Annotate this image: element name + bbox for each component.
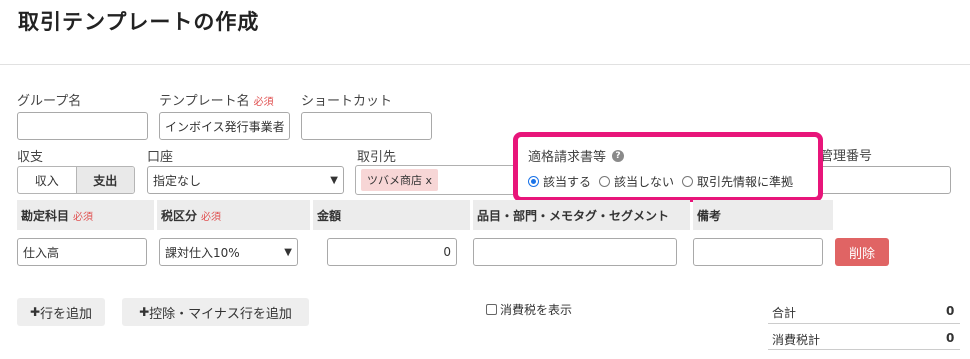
template-name-input[interactable]: インボイス発行事業者 xyxy=(159,112,290,140)
plus-icon: ✚ xyxy=(29,305,41,319)
row-note-input[interactable] xyxy=(693,238,823,266)
row-tax-value: 課対仕入10% xyxy=(165,245,240,260)
add-row-button[interactable]: ✚ 行を追加 xyxy=(17,298,105,326)
group-input[interactable] xyxy=(17,112,148,140)
template-name-label-text: テンプレート名 xyxy=(159,94,250,109)
row-item-input[interactable] xyxy=(473,238,677,266)
header-tax: 税区分 必須 xyxy=(157,200,310,230)
row-account-input[interactable]: 仕入高 xyxy=(17,238,147,266)
income-option[interactable]: 収入 xyxy=(18,167,76,193)
required-badge: 必須 xyxy=(73,211,94,223)
invoice-label-text: 適格請求書等 xyxy=(528,150,607,165)
header-item: 品目・部門・メモタグ・セグメント xyxy=(473,200,690,230)
tax-total-label: 消費税計 xyxy=(772,333,821,347)
header-amount: 金額 xyxy=(313,200,470,230)
divider xyxy=(0,64,970,65)
partner-input[interactable]: ツバメ商店 x xyxy=(355,165,525,195)
chevron-down-icon: ▼ xyxy=(330,174,338,186)
radio-icon xyxy=(599,176,611,187)
invoice-label: 適格請求書等? xyxy=(528,146,625,165)
required-badge: 必須 xyxy=(253,97,274,108)
tag-remove-icon[interactable]: x xyxy=(426,174,433,187)
total-value: 0 xyxy=(946,304,955,318)
chevron-down-icon: ▼ xyxy=(284,246,292,258)
header-account-text: 勘定科目 xyxy=(21,208,70,223)
shortcut-input[interactable] xyxy=(301,112,432,140)
management-number-input[interactable] xyxy=(816,166,951,194)
partner-tag-text: ツバメ商店 xyxy=(367,174,422,187)
account-select-value: 指定なし xyxy=(153,173,202,188)
page-title: 取引テンプレートの作成 xyxy=(18,10,260,34)
income-expense-label: 収支 xyxy=(17,150,44,165)
expense-option[interactable]: 支出 xyxy=(75,167,134,193)
radio-selected-icon xyxy=(528,176,539,187)
total-label: 合計 xyxy=(772,306,797,320)
income-expense-toggle[interactable]: 収入 支出 xyxy=(17,166,135,194)
radio-icon xyxy=(682,176,694,187)
row-amount-input[interactable]: 0 xyxy=(327,238,457,266)
invoice-radio-not-applicable[interactable]: 該当しない xyxy=(599,173,674,190)
template-name-label: テンプレート名 必須 xyxy=(159,90,274,109)
tax-total-value: 0 xyxy=(946,331,955,345)
required-badge: 必須 xyxy=(201,211,222,223)
row-tax-select[interactable]: 課対仕入10% ▼ xyxy=(159,238,298,266)
invoice-radio-applicable[interactable]: 該当する xyxy=(528,173,591,190)
radio-label: 該当する xyxy=(543,175,592,189)
summary-divider xyxy=(768,323,960,324)
header-tax-text: 税区分 xyxy=(161,208,198,223)
add-deduction-row-button[interactable]: ✚ 控除・マイナス行を追加 xyxy=(122,298,309,326)
add-row-label: 行を追加 xyxy=(40,306,93,322)
show-tax-checkbox[interactable]: 消費税を表示 xyxy=(486,301,572,318)
radio-label: 該当しない xyxy=(614,175,675,189)
show-tax-label: 消費税を表示 xyxy=(500,303,573,317)
checkbox-icon xyxy=(486,304,497,315)
help-icon[interactable]: ? xyxy=(612,149,625,162)
invoice-highlight-box: 適格請求書等? 該当する 該当しない 取引先情報に準拠 xyxy=(513,132,823,202)
group-label: グループ名 xyxy=(17,94,82,109)
partner-label: 取引先 xyxy=(357,150,397,165)
plus-icon: ✚ xyxy=(139,305,150,319)
add-deduction-label: 控除・マイナス行を追加 xyxy=(149,306,292,322)
summary-divider xyxy=(768,349,960,350)
management-number-label: 管理番号 xyxy=(820,149,873,164)
radio-label: 取引先情報に準拠 xyxy=(697,175,794,189)
account-label: 口座 xyxy=(147,150,174,165)
invoice-radio-group: 該当する 該当しない 取引先情報に準拠 xyxy=(528,173,793,190)
partner-tag: ツバメ商店 x xyxy=(361,169,439,191)
invoice-radio-follow-partner[interactable]: 取引先情報に準拠 xyxy=(682,173,793,190)
shortcut-label: ショートカット xyxy=(301,94,393,109)
delete-row-button[interactable]: 削除 xyxy=(835,238,889,266)
account-select[interactable]: 指定なし ▼ xyxy=(147,166,344,194)
header-account: 勘定科目 必須 xyxy=(17,200,154,230)
header-note: 備考 xyxy=(693,200,833,230)
